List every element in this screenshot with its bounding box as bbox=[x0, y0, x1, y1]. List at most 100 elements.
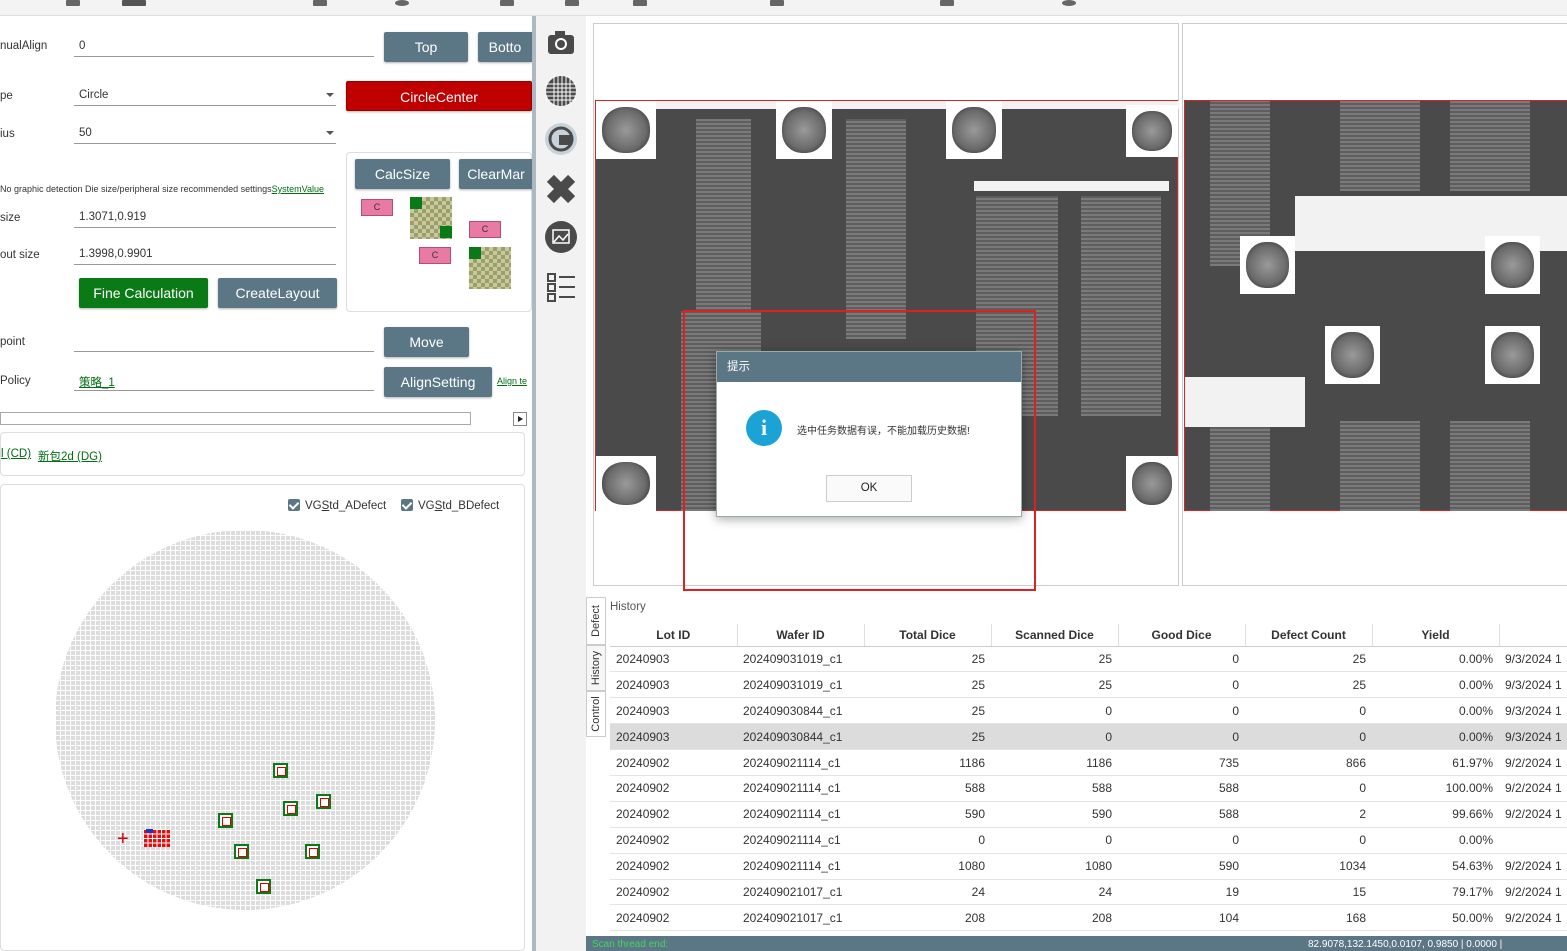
table-cell: 25 bbox=[1245, 671, 1372, 699]
checkbox-label-part: td_ADefect bbox=[329, 500, 387, 512]
align-template-link[interactable]: Align te bbox=[497, 376, 527, 386]
die-size-input[interactable]: 1.3071,0.919 bbox=[74, 208, 336, 228]
table-cell: 590 bbox=[1118, 853, 1245, 880]
bond-pad bbox=[946, 101, 1002, 159]
clear-mark-button[interactable]: ClearMar bbox=[459, 159, 533, 189]
defect-marker[interactable] bbox=[316, 794, 331, 809]
checkbox-b-defect[interactable]: VGStd_BDefect bbox=[401, 499, 499, 512]
fine-calculation-button[interactable]: Fine Calculation bbox=[79, 278, 208, 308]
radius-select[interactable]: 50 bbox=[74, 124, 336, 144]
toolbar-icon[interactable] bbox=[395, 0, 409, 6]
table-cell: 0.00% bbox=[1372, 671, 1499, 699]
table-row[interactable]: 20240902 202409021114_c1 0 0 0 0 0.00% bbox=[610, 827, 1567, 854]
ok-button[interactable]: OK bbox=[826, 475, 912, 502]
bond-pad bbox=[1126, 105, 1178, 157]
scroll-right-arrow-icon[interactable] bbox=[513, 412, 527, 426]
checkbox-a-defect[interactable]: VGStd_ADefect bbox=[288, 499, 386, 512]
defect-marker[interactable] bbox=[283, 801, 298, 816]
table-cell: 54.63% bbox=[1372, 853, 1499, 880]
table-cell: 25 bbox=[864, 671, 991, 699]
wafer-scan-icon[interactable] bbox=[544, 122, 578, 156]
top-button[interactable]: Top bbox=[384, 32, 468, 62]
table-cell: 735 bbox=[1118, 749, 1245, 776]
toolbar-icon[interactable] bbox=[500, 0, 514, 6]
horizontal-scrollbar[interactable] bbox=[0, 412, 471, 425]
checklist-icon[interactable] bbox=[544, 270, 578, 304]
toolbar-icon[interactable] bbox=[313, 0, 327, 6]
scribe-band bbox=[596, 101, 1179, 109]
table-cell: 0 bbox=[1118, 827, 1245, 854]
ruler-icon[interactable] bbox=[544, 172, 578, 206]
table-row[interactable]: 20240902 202409021114_c1 1186 1186 735 866 61.… bbox=[610, 749, 1567, 776]
bottom-button[interactable]: Botto bbox=[478, 32, 532, 62]
table-row[interactable]: 20240902 202409021114_c1 1080 1080 590 1034 54… bbox=[610, 853, 1567, 880]
toolbar-icon[interactable] bbox=[122, 0, 146, 6]
size-hint: No graphic detection Die size/peripheral… bbox=[0, 184, 324, 194]
column-header[interactable]: Defect Count bbox=[1245, 624, 1373, 647]
table-cell: 0 bbox=[1245, 723, 1372, 751]
type-select[interactable]: Circle bbox=[74, 86, 336, 106]
die-image-view-2[interactable] bbox=[1182, 23, 1567, 586]
toolbar-icon[interactable] bbox=[633, 0, 647, 6]
table-cell: 208 bbox=[864, 904, 991, 932]
layout-size-input[interactable]: 1.3998,0.9901 bbox=[74, 245, 336, 265]
toolbar-icon[interactable] bbox=[1062, 0, 1076, 6]
recipe-list: l (CD) 新包2d (DG) bbox=[0, 432, 525, 476]
defect-marker[interactable] bbox=[256, 879, 271, 894]
table-row[interactable]: 20240902 202409021114_c1 590 590 588 2 99.66% 9… bbox=[610, 801, 1567, 828]
recipe-link[interactable]: 新包2d (DG) bbox=[38, 448, 102, 464]
toolbar-icon[interactable] bbox=[66, 0, 80, 6]
system-value-link[interactable]: SystemValue bbox=[272, 184, 324, 194]
toolbar-icon[interactable] bbox=[770, 0, 784, 6]
table-row[interactable]: 20240903 202409030844_c1 25 0 0 0 0.00% 9/3/202… bbox=[610, 697, 1567, 725]
top-toolbar bbox=[0, 0, 1567, 16]
scribe-band bbox=[1185, 377, 1305, 427]
table-cell: 99.66% bbox=[1372, 801, 1499, 828]
recipe-link[interactable]: l (CD) bbox=[1, 448, 31, 460]
table-row[interactable]: 20240903 202409030844_c1 25 0 0 0 0.00% 9/3/202… bbox=[610, 723, 1567, 751]
move-button[interactable]: Move bbox=[384, 327, 469, 357]
column-header[interactable]: Total Dice bbox=[864, 624, 992, 647]
circle-center-button[interactable]: CircleCenter bbox=[346, 81, 532, 111]
manual-align-input[interactable]: 0 bbox=[74, 37, 374, 57]
defect-marker[interactable] bbox=[218, 813, 233, 828]
table-row[interactable]: 20240903 202409031019_c1 25 25 0 25 0.00% 9/3/2… bbox=[610, 646, 1567, 673]
calc-size-button[interactable]: CalcSize bbox=[355, 159, 450, 189]
table-row[interactable]: 20240903 202409031019_c1 25 25 0 25 0.00% 9/3/2… bbox=[610, 671, 1567, 699]
table-cell: 25 bbox=[864, 646, 991, 673]
tab-defect[interactable]: Defect bbox=[586, 597, 606, 645]
table-cell: 25 bbox=[991, 671, 1118, 699]
create-layout-button[interactable]: CreateLayout bbox=[218, 278, 337, 308]
grid-icon[interactable] bbox=[544, 74, 578, 108]
table-cell: 202409021114_c1 bbox=[737, 853, 864, 880]
defect-marker[interactable] bbox=[273, 763, 288, 778]
table-cell: 588 bbox=[1118, 801, 1245, 828]
policy-value[interactable]: 策略_1 bbox=[74, 371, 374, 391]
table-cell: 0 bbox=[864, 827, 991, 854]
column-header[interactable]: Wafer ID bbox=[737, 624, 865, 647]
align-setting-button[interactable]: AlignSetting bbox=[384, 367, 492, 397]
table-cell: 61.97% bbox=[1372, 749, 1499, 776]
table-cell: 202409031019_c1 bbox=[737, 646, 864, 673]
column-header[interactable]: Scanned Dice bbox=[991, 624, 1119, 647]
table-row[interactable]: 20240902 202409021017_c1 208 208 104 168 50.00… bbox=[610, 904, 1567, 932]
camera-icon[interactable] bbox=[544, 26, 578, 60]
image-icon[interactable] bbox=[544, 220, 578, 254]
point-input[interactable] bbox=[74, 332, 374, 352]
defect-marker[interactable] bbox=[234, 844, 249, 859]
table-row[interactable]: 20240902 202409021017_c1 24 24 19 15 79.17% 9/2… bbox=[610, 879, 1567, 906]
column-header[interactable] bbox=[1499, 624, 1567, 647]
toolbar-icon[interactable] bbox=[940, 0, 954, 6]
column-header[interactable]: Good Dice bbox=[1118, 624, 1246, 647]
tab-control[interactable]: Control bbox=[586, 691, 606, 737]
column-header[interactable]: Yield bbox=[1372, 624, 1500, 647]
column-header[interactable]: Lot ID bbox=[610, 624, 738, 647]
checkbox-label-part: VG bbox=[305, 500, 322, 512]
crosshair-icon: + bbox=[117, 828, 129, 850]
checkbox-label-part: VG bbox=[418, 500, 435, 512]
table-body: 20240903 202409031019_c1 25 25 0 25 0.00% 9/3/2… bbox=[610, 646, 1567, 932]
toolbar-icon[interactable] bbox=[565, 0, 579, 6]
tab-history[interactable]: History bbox=[586, 645, 606, 691]
table-row[interactable]: 20240902 202409021114_c1 588 588 588 0 100.00%… bbox=[610, 775, 1567, 802]
defect-marker[interactable] bbox=[305, 844, 320, 859]
